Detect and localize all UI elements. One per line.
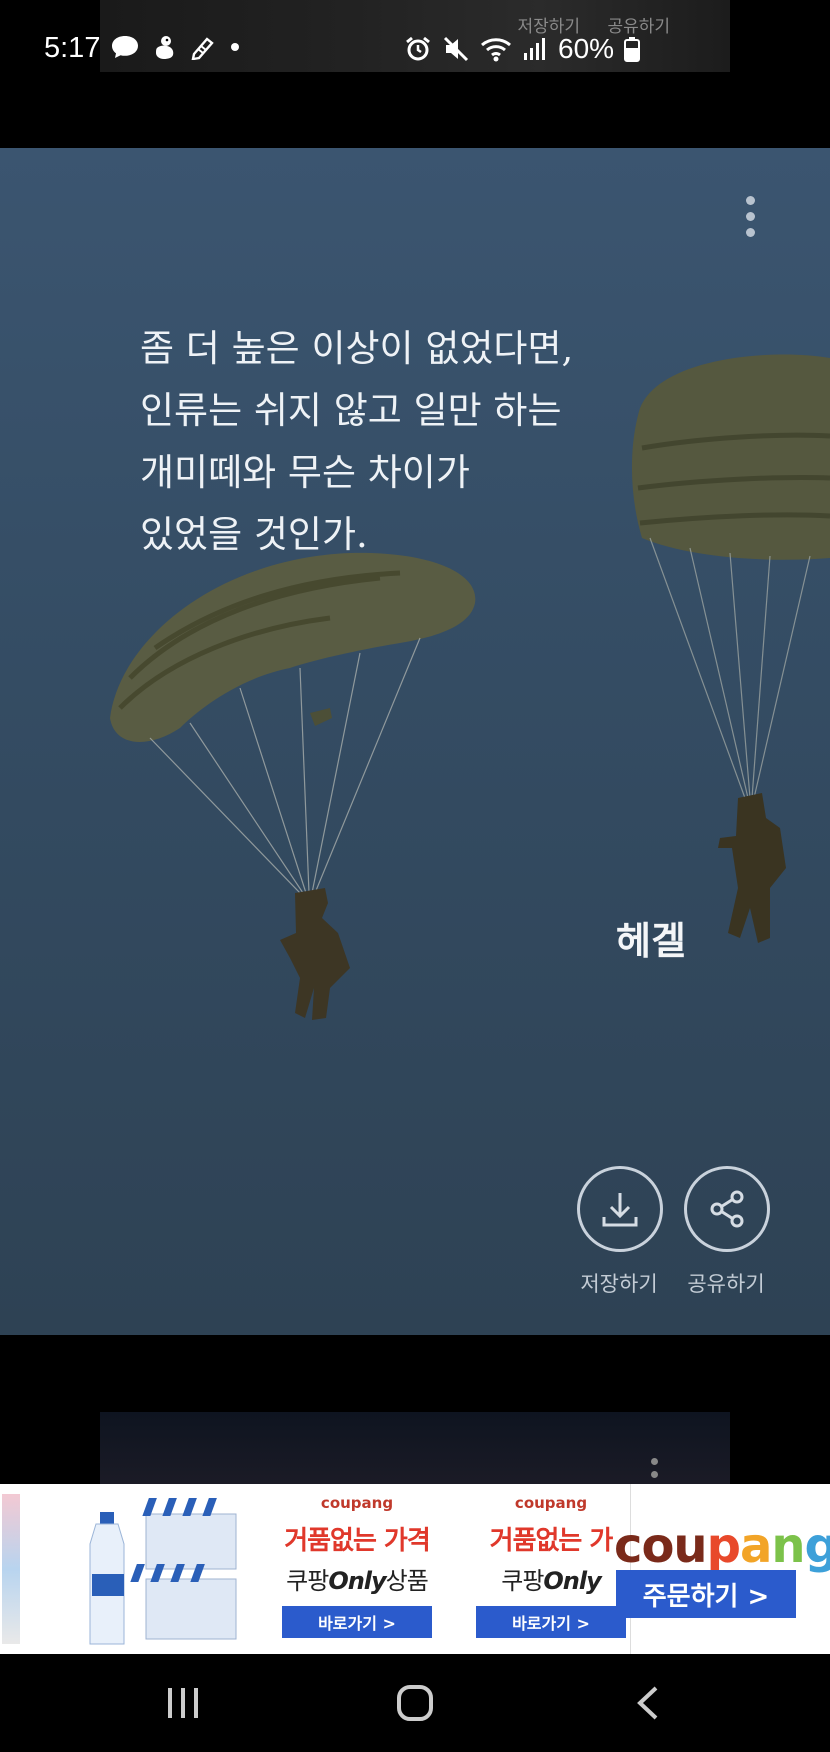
ad-go-button[interactable]: 바로가기 > [282, 1606, 432, 1638]
recent-apps-button[interactable] [165, 1684, 201, 1726]
coupang-mini-logo: coupang [320, 1494, 394, 1512]
ad-slot-coupang-promo[interactable]: coupang 거품없는 가격 쿠팡Only상품 바로가기 > [260, 1484, 455, 1654]
share-icon [710, 1190, 744, 1228]
ad-sub-prefix-2: 쿠팡 [501, 1567, 544, 1595]
ad-sub-only-2: Only [543, 1567, 601, 1595]
quote-text: 좀 더 높은 이상이 없었다면, 인류는 쉬지 않고 일만 하는 개미떼와 무슨… [140, 327, 574, 556]
share-label[interactable]: 공유하기 [666, 1268, 786, 1298]
ad-headline: 거품없는 가격 [284, 1526, 431, 1556]
recent-apps-icon [168, 1688, 198, 1718]
ad-go-button-2[interactable]: 바로가기 > [476, 1606, 626, 1638]
status-bar: 5:17 60% [0, 0, 830, 100]
water-bottle-product-image [89, 1498, 237, 1645]
share-button[interactable] [684, 1166, 770, 1252]
pencil-app-icon [190, 34, 216, 60]
battery-icon [624, 36, 641, 62]
ad-subline-2: 쿠팡Only [454, 1561, 630, 1596]
clock: 5:17 [44, 32, 101, 64]
home-icon [397, 1685, 433, 1721]
ad-sub-prefix: 쿠팡 [286, 1567, 329, 1595]
download-icon [602, 1193, 638, 1227]
navigation-bar [0, 1654, 830, 1752]
ad-slot-coupang-promo-2[interactable]: coupang 거품없는 가 쿠팡Only 바로가기 > [454, 1484, 631, 1654]
battery-percent: 60% [558, 33, 615, 64]
system-status-icons: 60% [404, 33, 641, 65]
mute-icon [442, 35, 470, 63]
alarm-icon [404, 35, 432, 63]
ad-slot-partial[interactable] [0, 1484, 67, 1654]
quote-card[interactable]: 좀 더 높은 이상이 없었다면, 인류는 쉬지 않고 일만 하는 개미떼와 무슨… [0, 148, 830, 1335]
ad-banner[interactable]: coupang 거품없는 가격 쿠팡Only상품 바로가기 > coupang … [0, 1484, 830, 1654]
more-options-icon[interactable] [742, 196, 758, 240]
back-icon [637, 1686, 658, 1720]
ad-slot-water-product[interactable] [66, 1484, 261, 1654]
save-button[interactable] [577, 1166, 663, 1252]
home-button[interactable] [396, 1684, 434, 1726]
coupang-mini-logo-2: coupang [514, 1494, 588, 1512]
signal-icon [522, 36, 548, 62]
ad-headline-2: 거품없는 가 [489, 1526, 614, 1556]
more-notifications-dot-icon [230, 42, 240, 52]
save-label[interactable]: 저장하기 [559, 1268, 679, 1298]
wifi-icon [480, 35, 512, 63]
ad-sub-only: Only [328, 1567, 386, 1595]
notification-icons [110, 34, 240, 60]
duck-app-icon [154, 34, 176, 60]
next-card-peek[interactable] [100, 1412, 730, 1491]
back-button[interactable] [634, 1684, 662, 1726]
ad-sub-suffix: 상품 [385, 1567, 429, 1595]
coupang-logo[interactable]: coupang [614, 1518, 830, 1574]
chat-bubble-icon [110, 34, 140, 60]
quote-author: 헤겔 [616, 919, 686, 963]
parachutist-left-image [110, 552, 476, 1020]
order-button[interactable]: 주문하기 > [616, 1570, 796, 1618]
ad-subline: 쿠팡Only상품 [260, 1561, 454, 1596]
